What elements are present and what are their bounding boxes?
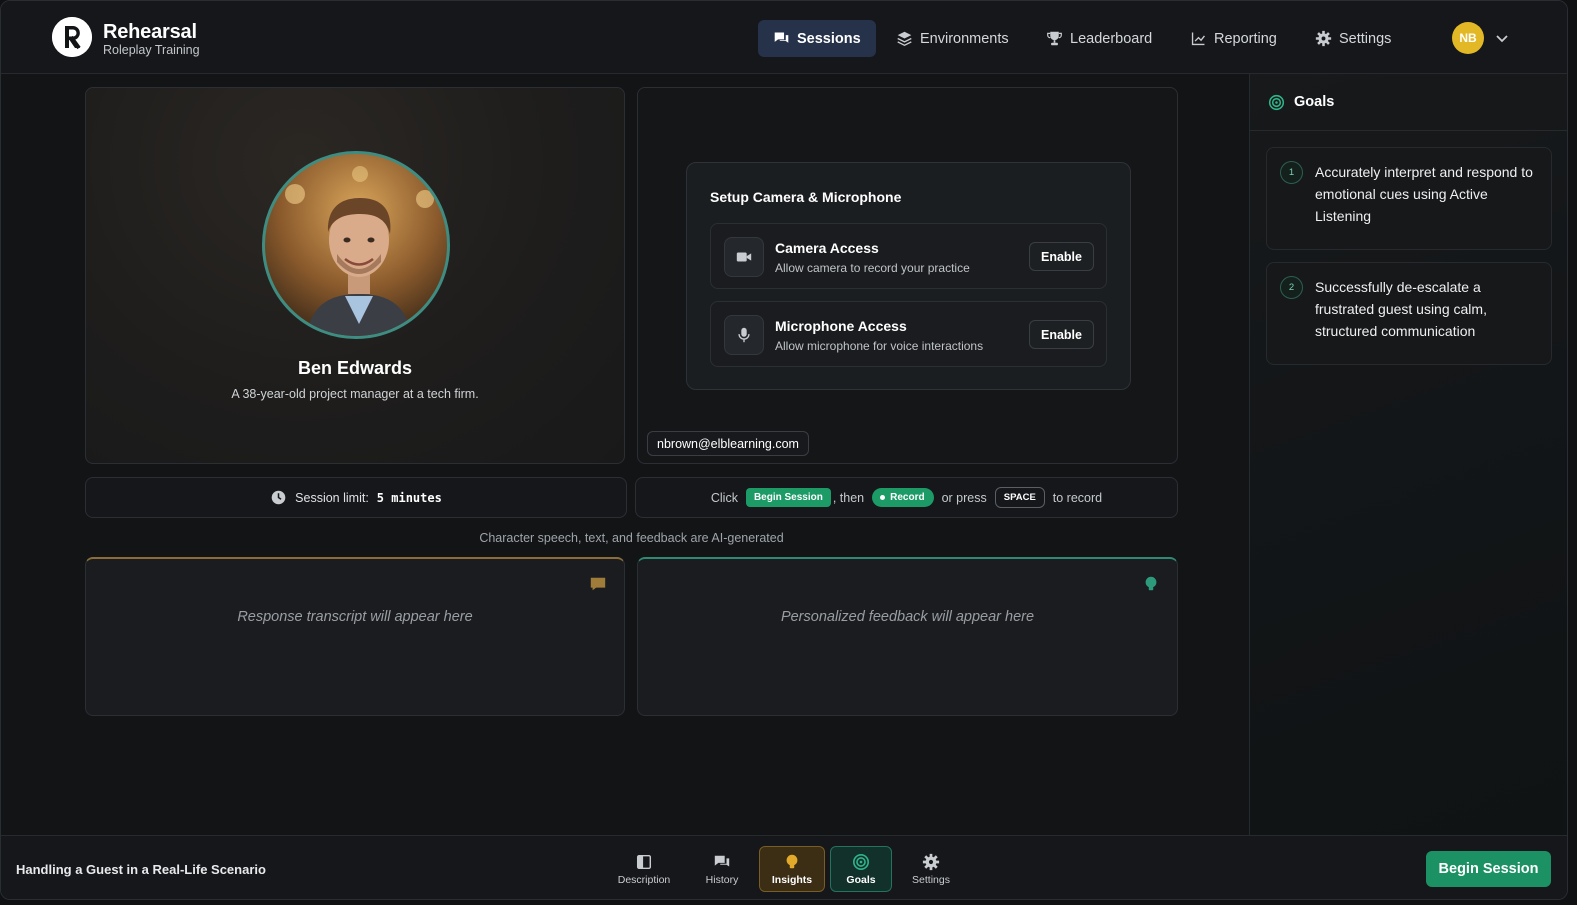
nav-sessions-label: Sessions [797, 30, 861, 47]
top-header: Rehearsal Roleplay Training Sessions Env… [1, 1, 1567, 74]
microphone-access-description: Allow microphone for voice interactions [775, 339, 984, 353]
enable-camera-button[interactable]: Enable [1029, 242, 1094, 271]
nav-leaderboard[interactable]: Leaderboard [1031, 20, 1167, 57]
nav-reporting[interactable]: Reporting [1175, 20, 1292, 57]
feedback-placeholder: Personalized feedback will appear here [780, 609, 1035, 625]
instr-to-record: to record [1052, 490, 1103, 505]
record-pill-label: Record [890, 492, 925, 503]
goal-item: 1 Accurately interpret and respond to em… [1266, 147, 1552, 250]
nav-sessions[interactable]: Sessions [758, 20, 876, 57]
tab-insights[interactable]: Insights [759, 846, 825, 892]
trophy-icon [1047, 31, 1062, 46]
instructions-bar: Click Begin Session , then Record or pre… [635, 477, 1178, 518]
goal-number: 1 [1280, 161, 1303, 184]
tab-history[interactable]: History [689, 846, 755, 892]
ai-generated-note: Character speech, text, and feedback are… [479, 531, 784, 545]
app-window: Rehearsal Roleplay Training Sessions Env… [0, 0, 1568, 900]
video-preview-card: Setup Camera & Microphone Camera Access … [637, 87, 1178, 464]
tab-insights-label: Insights [771, 873, 813, 886]
goal-text: Successfully de-escalate a frustrated gu… [1315, 279, 1487, 339]
goal-item: 2 Successfully de-escalate a frustrated … [1266, 262, 1552, 365]
nav-environments[interactable]: Environments [881, 20, 1024, 57]
gear-icon [922, 853, 940, 870]
tab-settings[interactable]: Settings [898, 846, 964, 892]
nav-leaderboard-label: Leaderboard [1070, 30, 1153, 47]
lightbulb-icon [786, 854, 798, 868]
layers-icon [897, 31, 912, 47]
instr-click: Click [710, 490, 738, 505]
chat-bubbles-icon [774, 32, 789, 43]
nav-environments-label: Environments [920, 30, 1009, 47]
tab-history-label: History [705, 873, 739, 886]
tab-description-label: Description [617, 873, 671, 886]
session-limit-label: Session limit: [295, 490, 369, 505]
scenario-title: Handling a Guest in a Real-Life Scenario [16, 862, 266, 877]
clock-icon [271, 490, 286, 505]
character-portrait [262, 151, 450, 339]
nav-reporting-label: Reporting [1214, 30, 1277, 47]
character-card: Ben Edwards A 38-year-old project manage… [85, 87, 625, 464]
camera-access-title: Camera Access [775, 240, 879, 256]
goal-text: Accurately interpret and respond to emot… [1315, 164, 1533, 224]
character-name: Ben Edwards [297, 358, 413, 378]
goals-header: Goals [1250, 74, 1567, 131]
begin-session-button[interactable]: Begin Session [1426, 851, 1551, 887]
brand-subtitle: Roleplay Training [103, 43, 200, 57]
session-limit-bar: Session limit: 5 minutes [85, 477, 627, 518]
microphone-access-title: Microphone Access [775, 318, 907, 334]
session-limit-value: 5 minutes [376, 490, 442, 505]
speech-bubble-icon [590, 577, 606, 591]
instr-or-press: or press [941, 490, 987, 505]
character-description: A 38-year-old project manager at a tech … [231, 387, 479, 401]
goals-sidebar: Goals 1 Accurately interpret and respond… [1249, 74, 1567, 835]
brand-name: Rehearsal [103, 21, 197, 43]
goals-title: Goals [1294, 94, 1335, 110]
begin-session-pill: Begin Session [745, 488, 831, 507]
video-camera-icon [724, 237, 764, 277]
tab-settings-label: Settings [912, 873, 950, 886]
camera-access-description: Allow camera to record your practice [775, 261, 970, 275]
user-email-chip: nbrown@elblearning.com [647, 431, 809, 456]
brand: Rehearsal Roleplay Training [103, 21, 200, 57]
setup-title: Setup Camera & Microphone [710, 189, 902, 205]
lightbulb-icon [1145, 576, 1157, 591]
target-icon [1268, 94, 1285, 111]
target-icon [852, 853, 870, 870]
setup-panel: Setup Camera & Microphone Camera Access … [686, 162, 1131, 390]
tab-goals[interactable]: Goals [830, 846, 892, 892]
chat-bubbles-icon [714, 855, 730, 866]
enable-microphone-button[interactable]: Enable [1029, 320, 1094, 349]
nav-settings-label: Settings [1339, 30, 1392, 47]
bottom-toolbar: Handling a Guest in a Real-Life Scenario… [1, 835, 1567, 899]
line-chart-icon [1191, 32, 1205, 46]
record-dot-icon [880, 495, 886, 500]
transcript-panel: Response transcript will appear here [85, 557, 625, 716]
space-key: SPACE [994, 487, 1045, 508]
gear-icon [1315, 30, 1332, 47]
camera-access-row: Camera Access Allow camera to record you… [710, 223, 1107, 289]
nav-settings[interactable]: Settings [1300, 20, 1406, 57]
rehearsal-logo-icon[interactable] [52, 17, 92, 57]
transcript-placeholder: Response transcript will appear here [237, 609, 473, 625]
goal-number: 2 [1280, 276, 1303, 299]
tab-description[interactable]: Description [611, 846, 677, 892]
book-icon [636, 854, 652, 869]
user-avatar[interactable]: NB [1452, 22, 1484, 54]
instr-then: , then [832, 490, 865, 505]
chevron-down-icon[interactable] [1494, 30, 1510, 46]
feedback-panel: Personalized feedback will appear here [637, 557, 1178, 716]
microphone-icon [724, 315, 764, 355]
record-pill: Record [872, 488, 934, 507]
tab-goals-label: Goals [846, 873, 876, 886]
microphone-access-row: Microphone Access Allow microphone for v… [710, 301, 1107, 367]
